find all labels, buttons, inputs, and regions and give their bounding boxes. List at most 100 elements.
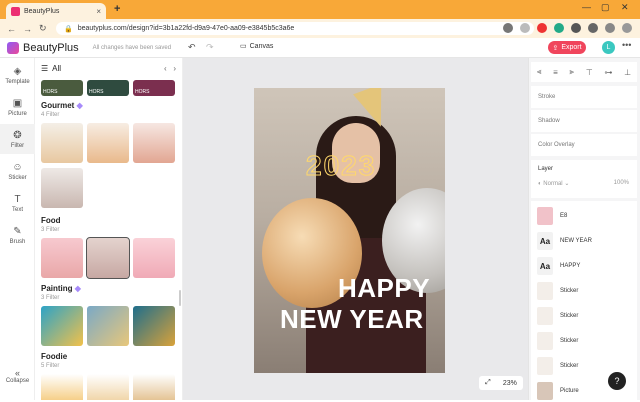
tool-filter[interactable]: ❂ Filter [0,124,35,154]
filter-thumb[interactable] [41,306,83,346]
reload-icon[interactable]: ↻ [39,23,47,34]
category-count: 3 Filter [41,295,60,301]
happy-text[interactable]: HAPPY [338,273,430,304]
kebab-menu-icon[interactable] [622,23,632,33]
tool-text[interactable]: T Text [0,188,35,218]
prop-shadow[interactable]: Shadow [531,110,637,132]
redo-icon[interactable]: ↷ [206,42,214,53]
opacity-input[interactable]: 100% [614,180,629,186]
filter-thumb[interactable] [87,306,129,346]
premium-gem-icon: ◆ [74,284,81,293]
browser-tab-bar: BeautyPlus × + — ▢ ✕ [0,0,640,19]
filter-thumb[interactable] [133,123,175,163]
zoom-level[interactable]: 23% [503,380,517,387]
tool-template[interactable]: ◈ Template [0,60,35,90]
category-count: 3 Filter [41,227,60,233]
canvas-button[interactable]: ▭ Canvas [240,42,273,51]
prev-icon[interactable]: ‹ [164,64,167,73]
filter-thumb[interactable] [87,123,129,163]
layer-item[interactable]: Aa HAPPY [537,255,633,277]
url-field[interactable]: 🔒 beautyplus.com/design?id=3b1a22fd-d9a9… [56,22,534,35]
category-gourmet: Gourmet ◆ [41,101,83,110]
prop-stroke[interactable]: Stroke [531,86,637,108]
filter-thumb[interactable] [41,168,83,208]
blend-mode-select[interactable]: ◐ Normal ⌄ [538,180,569,187]
export-button[interactable]: ⇪ Export [548,41,586,54]
layer-thumb: Aa [537,232,553,250]
align-left-icon[interactable]: ⫷ [537,67,542,77]
new-tab-icon[interactable]: + [114,3,120,15]
layer-thumb [537,357,553,375]
more-menu-icon[interactable]: ••• [622,40,631,50]
export-icon: ⇪ [552,44,559,52]
category-food: Food [41,216,61,225]
properties-panel: ⫷ ≡ ⫸ ⊤ ⊶ ⊥ Stroke Shadow Color Overlay … [528,58,640,400]
blend-icon: ◐ [538,181,542,187]
forward-icon[interactable]: → [23,24,32,34]
tool-brush[interactable]: ✎ Brush [0,220,35,250]
category-count: 4 Filter [41,112,60,118]
back-icon[interactable]: ← [7,24,16,34]
panel-arrows: ‹ › [164,64,176,73]
layer-item[interactable]: Sticker [537,305,633,327]
star-icon[interactable] [520,23,530,33]
minimize-icon[interactable]: — [582,2,591,12]
close-window-icon[interactable]: ✕ [621,2,629,13]
chevron-down-icon: ⌄ [564,181,570,187]
filter-thumb-selected[interactable] [86,237,130,279]
pinterest-icon[interactable] [537,23,547,33]
profile-icon[interactable] [605,23,615,33]
year-sticker[interactable]: 2023 [305,150,376,182]
filter-thumb[interactable] [133,238,175,278]
zoom-control: ⤢ 23% [479,376,523,390]
browser-tab[interactable]: BeautyPlus × [6,3,106,19]
category-painting: Painting ◆ [41,284,81,293]
address-bar: ← → ↻ 🔒 beautyplus.com/design?id=3b1a22f… [0,19,640,38]
filter-thumb[interactable] [41,123,83,163]
align-center-icon[interactable]: ≡ [553,68,558,77]
layer-thumb [537,382,553,400]
close-tab-icon[interactable]: × [96,7,101,16]
extension-icon[interactable] [554,23,564,33]
layer-item[interactable]: Aa NEW YEAR [537,230,633,252]
maximize-icon[interactable]: ▢ [601,2,610,13]
puzzle-icon[interactable] [571,23,581,33]
filter-thumb[interactable] [41,374,83,400]
layer-thumb [537,282,553,300]
layer-thumb [537,207,553,225]
filter-thumb[interactable] [133,306,175,346]
url-text: beautyplus.com/design?id=3b1a22fd-d9a9-4… [77,25,295,32]
undo-icon[interactable]: ↶ [188,42,196,53]
align-top-icon[interactable]: ⊤ [586,68,593,77]
avatar[interactable]: L [602,41,615,54]
sidebar-icon[interactable] [588,23,598,33]
app-header: BeautyPlus All changes have been saved ↶… [0,38,640,58]
next-icon[interactable]: › [173,64,176,73]
prop-color-overlay[interactable]: Color Overlay [531,134,637,156]
align-toolbar: ⫷ ≡ ⫸ ⊤ ⊶ ⊥ [531,62,637,82]
align-middle-icon[interactable]: ⊶ [604,68,612,77]
tool-picture[interactable]: ▣ Picture [0,92,35,122]
panel-scrollbar[interactable] [179,290,181,306]
layer-item[interactable]: E8 [537,205,633,227]
help-button[interactable]: ? [608,372,626,390]
new-year-text[interactable]: NEW YEAR [280,304,424,335]
fit-screen-icon[interactable]: ⤢ [485,379,491,387]
filter-panel: ☰ All ‹ › HORS HORS HORS Gourmet ◆ 4 Fil… [35,58,183,400]
filter-thumb[interactable] [41,238,83,278]
filter-thumb[interactable] [133,374,175,400]
layer-item[interactable]: Sticker [537,330,633,352]
poster-canvas[interactable]: 2023 HAPPY NEW YEAR [254,88,445,373]
menu-icon[interactable]: ☰ [41,64,48,73]
filter-thumb[interactable] [87,374,129,400]
brand-name: BeautyPlus [23,41,79,54]
share-icon[interactable] [503,23,513,33]
layer-item[interactable]: Sticker [537,280,633,302]
canvas-stage: 2023 HAPPY NEW YEAR ⤢ 23% [183,58,528,400]
tool-sticker[interactable]: ☺ Sticker [0,156,35,186]
align-bottom-icon[interactable]: ⊥ [624,68,631,77]
lock-icon: 🔒 [64,25,73,33]
thumb-label: HORS [89,89,104,95]
collapse-button[interactable]: « Collapse [0,368,35,384]
align-right-icon[interactable]: ⫸ [569,67,574,77]
